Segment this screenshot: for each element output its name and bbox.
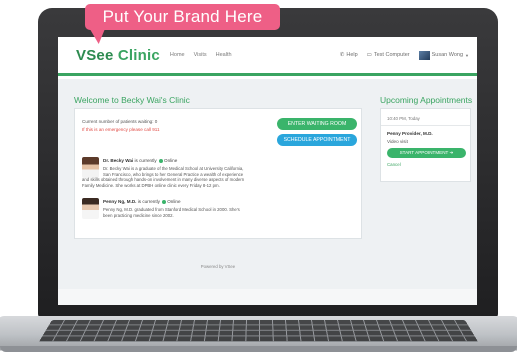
main-content: Welcome to Becky Wai's Clinic Current nu… — [58, 79, 477, 289]
provider-status: Penny Ng, M.D. is currently Online — [103, 199, 181, 204]
screen-footer — [58, 289, 477, 305]
arrow-right-icon: ➜ — [449, 150, 454, 155]
nav-link-home[interactable]: Home — [170, 52, 185, 58]
laptop-screen: VSee Clinic Home Visits Health ✆ Help ▭ … — [58, 37, 477, 305]
provider-bio: Dr. Becky Wai is a graduate of the Medic… — [82, 166, 245, 188]
nav-link-health[interactable]: Health — [216, 52, 232, 58]
emergency-notice: If this is an emergency please call 911 — [82, 127, 160, 132]
online-status-icon — [162, 199, 167, 204]
provider-status: Dr. Becky Wai is currently Online — [103, 158, 178, 163]
callout-pointer — [89, 28, 109, 44]
provider-name[interactable]: Penny Ng, M.D. — [103, 199, 136, 204]
online-status-icon — [159, 158, 163, 163]
upcoming-appointments-title: Upcoming Appointments — [380, 95, 473, 105]
appointment-panel: 10:40 PM, Today Penny Provider, M.D. Vid… — [380, 108, 471, 182]
provider-photo — [82, 198, 99, 219]
laptop-base-lip — [0, 346, 517, 352]
vsee-clinic-logo[interactable]: VSee Clinic — [76, 47, 160, 64]
top-navbar: VSee Clinic Home Visits Health ✆ Help ▭ … — [58, 37, 477, 76]
waiting-count: Current number of patients waiting: 0 — [82, 119, 158, 124]
nav-link-visits[interactable]: Visits — [194, 52, 207, 58]
test-computer-link[interactable]: ▭ Test Computer — [367, 52, 410, 58]
phone-icon: ✆ — [339, 52, 345, 58]
appointment-time: 10:40 PM, Today — [387, 116, 420, 121]
caret-down-icon: ▼ — [465, 52, 469, 58]
powered-by: Powered by VSee — [200, 264, 236, 269]
help-link[interactable]: ✆ Help — [340, 52, 358, 58]
provider-bio: Penny Ng, M.D. graduated from Stanford M… — [103, 207, 240, 218]
enter-waiting-room-button[interactable]: ENTER WAITING ROOM — [277, 118, 357, 130]
clinic-panel: Current number of patients waiting: 0 If… — [74, 108, 362, 239]
appointment-provider: Penny Provider, M.D. — [387, 131, 433, 136]
start-appointment-button[interactable]: START APPOINTMENT ➜ — [387, 148, 466, 158]
keyboard-rows — [38, 320, 479, 343]
user-avatar — [418, 50, 430, 60]
cancel-appointment-link[interactable]: Cancel — [387, 162, 401, 167]
brand-callout: Put Your Brand Here — [85, 4, 280, 30]
nav-right-group: ✆ Help ▭ Test Computer Susan Wong ▼ — [340, 50, 469, 60]
schedule-appointment-button[interactable]: SCHEDULE APPOINTMENT — [277, 134, 357, 146]
user-menu[interactable]: Susan Wong ▼ — [418, 50, 469, 60]
welcome-title: Welcome to Becky Wai's Clinic — [74, 95, 190, 105]
monitor-icon: ▭ — [366, 52, 372, 58]
divider — [381, 125, 470, 126]
appointment-type: Video visit — [387, 139, 408, 144]
provider-name[interactable]: Dr. Becky Wai — [103, 158, 133, 163]
